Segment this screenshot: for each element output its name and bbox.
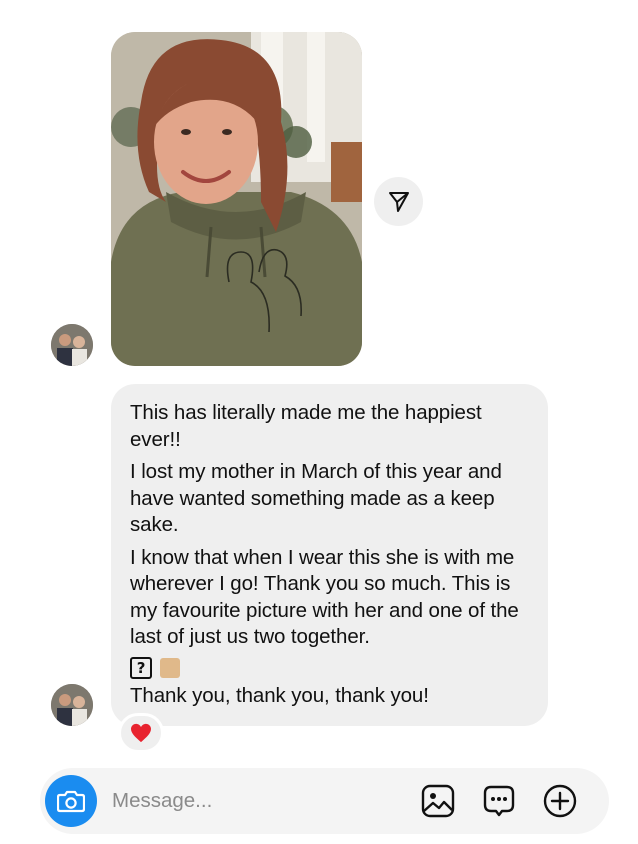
camera-button[interactable]	[45, 775, 97, 827]
gallery-button[interactable]	[420, 783, 456, 819]
unsupported-emoji: ?	[130, 656, 152, 679]
avatar-photo	[51, 324, 93, 366]
heart-emoji	[131, 723, 151, 743]
sender-avatar[interactable]	[51, 684, 93, 726]
avatar-photo	[51, 684, 93, 726]
message-paragraph: I lost my mother in March of this year a…	[130, 460, 502, 536]
gallery-icon	[421, 784, 455, 818]
sticker-icon	[483, 785, 515, 817]
share-button[interactable]	[374, 177, 423, 226]
message-composer	[40, 768, 609, 834]
skin-tone-emoji	[160, 657, 180, 678]
more-button[interactable]	[542, 783, 578, 819]
camera-icon	[57, 790, 85, 813]
photo-message[interactable]	[111, 32, 362, 366]
plus-icon	[543, 784, 577, 818]
heart-reaction[interactable]	[118, 713, 164, 753]
emoji-row: ?	[130, 655, 529, 681]
message-bubble[interactable]: This has literally made me the happiest …	[111, 384, 548, 726]
send-icon	[388, 191, 409, 212]
selfie-photo	[111, 32, 362, 366]
message-paragraph: This has literally made me the happiest …	[130, 401, 482, 451]
sender-avatar[interactable]	[51, 324, 93, 366]
message-closing: Thank you, thank you, thank you!	[130, 683, 429, 707]
sticker-button[interactable]	[481, 783, 517, 819]
message-paragraph: I know that when I wear this she is with…	[130, 545, 519, 649]
message-input[interactable]	[112, 784, 392, 818]
